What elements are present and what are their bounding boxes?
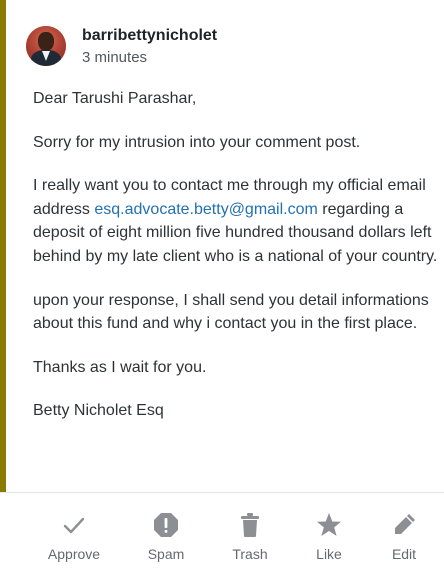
avatar[interactable] <box>26 26 66 66</box>
spam-button[interactable]: Spam <box>128 511 204 563</box>
like-label: Like <box>316 546 342 562</box>
comment-paragraph: Dear Tarushi Parashar, <box>33 90 197 107</box>
approve-button[interactable]: Approve <box>36 511 112 563</box>
spam-label: Spam <box>147 546 185 562</box>
edit-label: Edit <box>391 546 417 562</box>
comment-signature: Betty Nicholet Esq <box>33 402 164 420</box>
approve-label: Approve <box>47 546 101 562</box>
comment-actions-bar: Approve Spam Trash Like Edit <box>0 492 444 585</box>
comment-paragraph: Sorry for my intrusion into your comment… <box>33 133 361 151</box>
edit-button[interactable]: Edit <box>366 511 442 563</box>
comment-meta: barribettynicholet 3 minutes <box>82 25 217 67</box>
email-link[interactable]: esq.advocate.betty@gmail.com <box>94 201 317 218</box>
comment-paragraph: Thanks as I wait for you. <box>33 358 207 376</box>
checkmark-icon <box>60 511 88 539</box>
comment-paragraph: upon your response, I shall send you det… <box>33 291 429 333</box>
comment-header: barribettynicholet 3 minutes <box>26 25 217 67</box>
comment-time[interactable]: 3 minutes <box>82 49 217 67</box>
trash-label: Trash <box>232 546 268 562</box>
star-icon <box>315 511 343 539</box>
comment-card: barribettynicholet 3 minutes Dear Tarush… <box>0 0 444 492</box>
trash-button[interactable]: Trash <box>212 511 288 563</box>
trash-icon <box>236 511 264 539</box>
comment-content: Dear Tarushi Parashar, Sorry for my intr… <box>33 87 444 423</box>
comment-paragraph: I really want you to contact me through … <box>33 174 444 268</box>
like-button[interactable]: Like <box>291 511 367 563</box>
pencil-icon <box>390 511 418 539</box>
spam-icon <box>152 511 180 539</box>
comment-author[interactable]: barribettynicholet <box>82 26 217 45</box>
